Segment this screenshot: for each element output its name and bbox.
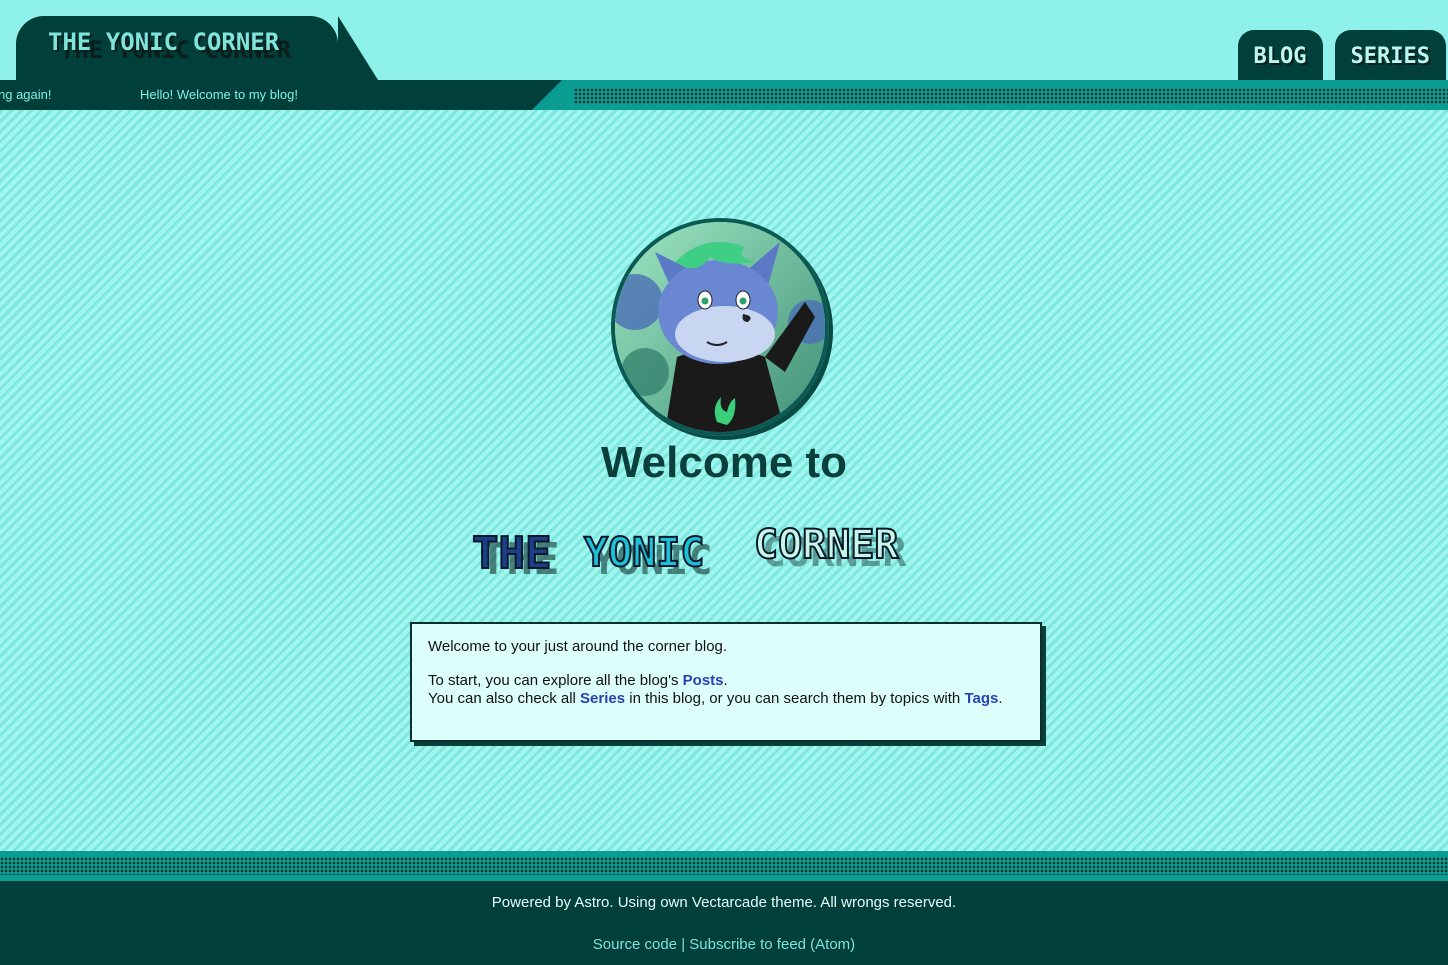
- logo-word: THE: [472, 528, 551, 579]
- footer-separator: |: [677, 936, 690, 953]
- marquee-message: ng again!: [0, 87, 52, 102]
- footer: Powered by Astro. Using own Vectarcade t…: [0, 881, 1448, 965]
- marquee-message: Hello! Welcome to my blog!: [140, 87, 298, 102]
- tags-link[interactable]: Tags: [964, 690, 998, 707]
- main-content: Welcome to THE YONIC CORNER THE YONIC CO…: [0, 110, 1448, 851]
- welcome-card: Welcome to your just around the corner b…: [410, 622, 1042, 742]
- card-text: You can also check all: [428, 690, 581, 707]
- avatar: [611, 218, 829, 436]
- card-text: .: [998, 690, 1003, 707]
- site-title-link[interactable]: The Yonic Corner The Yonic Corner: [48, 28, 348, 68]
- logo-word: CORNER: [754, 522, 899, 568]
- main-nav: Blog Series: [1237, 30, 1446, 80]
- card-text: .: [723, 672, 728, 689]
- footer-links: Source code | Subscribe to feed (Atom): [0, 936, 1448, 953]
- footer-divider: [0, 851, 1448, 881]
- source-code-link[interactable]: Source code: [593, 936, 677, 953]
- series-link[interactable]: Series: [580, 690, 625, 707]
- welcome-heading: Welcome to: [600, 438, 848, 487]
- site-logo: THE YONIC CORNER THE YONIC CORNER: [470, 512, 990, 590]
- card-text: in this blog, or you can search them by …: [625, 690, 965, 707]
- nav-series[interactable]: Series: [1334, 30, 1446, 80]
- dot-pattern-divider: [574, 88, 1448, 104]
- footer-credits: Powered by Astro. Using own Vectarcade t…: [491, 894, 957, 911]
- site-logo-wordmark: THE YONIC CORNER THE YONIC CORNER: [471, 521, 907, 585]
- top-header: The Yonic Corner The Yonic Corner Blog S…: [0, 0, 1448, 80]
- announcement-marquee: ng again! Hello! Welcome to my blog!: [0, 80, 562, 110]
- site-title: The Yonic Corner: [48, 28, 280, 56]
- card-text: To start, you can explore all the blog's: [428, 672, 683, 689]
- card-line-series: You can also check all Series in this bl…: [428, 690, 1024, 708]
- avatar-illustration: [615, 222, 825, 432]
- card-intro: Welcome to your just around the corner b…: [428, 638, 728, 655]
- logo-word: YONIC: [584, 530, 704, 576]
- dot-pattern-divider: [0, 857, 1448, 875]
- posts-link[interactable]: Posts: [683, 672, 724, 689]
- announcement-bar: ng again! Hello! Welcome to my blog!: [0, 80, 1448, 110]
- nav-blog[interactable]: Blog: [1237, 30, 1323, 80]
- card-line-posts: To start, you can explore all the blog's…: [428, 672, 1024, 690]
- feed-link[interactable]: Subscribe to feed (Atom): [689, 936, 855, 953]
